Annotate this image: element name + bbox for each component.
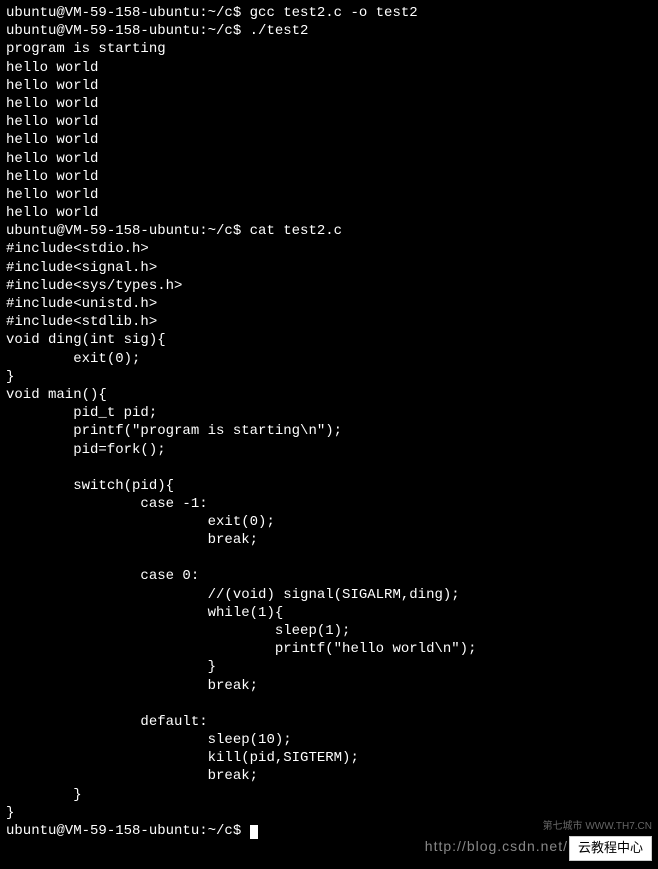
terminal-line: ubuntu@VM-59-158-ubuntu:~/c$ ./test2 bbox=[6, 22, 652, 40]
terminal-line bbox=[6, 695, 652, 713]
terminal-line: #include<signal.h> bbox=[6, 259, 652, 277]
terminal-output[interactable]: ubuntu@VM-59-158-ubuntu:~/c$ gcc test2.c… bbox=[6, 4, 652, 822]
terminal-line: #include<sys/types.h> bbox=[6, 277, 652, 295]
cursor-icon bbox=[250, 825, 258, 839]
terminal-line: case -1: bbox=[6, 495, 652, 513]
terminal-line: hello world bbox=[6, 131, 652, 149]
terminal-line: pid=fork(); bbox=[6, 441, 652, 459]
terminal-line: break; bbox=[6, 677, 652, 695]
terminal-line: pid_t pid; bbox=[6, 404, 652, 422]
terminal-line: default: bbox=[6, 713, 652, 731]
terminal-line: while(1){ bbox=[6, 604, 652, 622]
terminal-line: kill(pid,SIGTERM); bbox=[6, 749, 652, 767]
terminal-line: hello world bbox=[6, 77, 652, 95]
watermark-subtext: 第七城市 WWW.TH7.CN bbox=[543, 820, 652, 833]
terminal-line: sleep(1); bbox=[6, 622, 652, 640]
terminal-line: hello world bbox=[6, 186, 652, 204]
terminal-line: } bbox=[6, 368, 652, 386]
terminal-line: } bbox=[6, 786, 652, 804]
terminal-line: break; bbox=[6, 767, 652, 785]
watermark-badge: 云教程中心 bbox=[569, 836, 652, 861]
terminal-line: #include<stdio.h> bbox=[6, 240, 652, 258]
terminal-line: hello world bbox=[6, 59, 652, 77]
terminal-line: } bbox=[6, 658, 652, 676]
terminal-line: #include<unistd.h> bbox=[6, 295, 652, 313]
terminal-line: hello world bbox=[6, 95, 652, 113]
terminal-line: program is starting bbox=[6, 40, 652, 58]
watermark-url: http://blog.csdn.net/ bbox=[425, 837, 568, 855]
terminal-line: hello world bbox=[6, 150, 652, 168]
terminal-line: hello world bbox=[6, 113, 652, 131]
terminal-line: #include<stdlib.h> bbox=[6, 313, 652, 331]
terminal-line: void ding(int sig){ bbox=[6, 331, 652, 349]
terminal-line: void main(){ bbox=[6, 386, 652, 404]
terminal-line: printf("program is starting\n"); bbox=[6, 422, 652, 440]
terminal-line: //(void) signal(SIGALRM,ding); bbox=[6, 586, 652, 604]
terminal-line: printf("hello world\n"); bbox=[6, 640, 652, 658]
terminal-line: break; bbox=[6, 531, 652, 549]
terminal-line: exit(0); bbox=[6, 513, 652, 531]
terminal-line: case 0: bbox=[6, 567, 652, 585]
terminal-line: exit(0); bbox=[6, 350, 652, 368]
terminal-line: sleep(10); bbox=[6, 731, 652, 749]
terminal-line bbox=[6, 549, 652, 567]
terminal-line: switch(pid){ bbox=[6, 477, 652, 495]
terminal-line: ubuntu@VM-59-158-ubuntu:~/c$ gcc test2.c… bbox=[6, 4, 652, 22]
terminal-line: ubuntu@VM-59-158-ubuntu:~/c$ cat test2.c bbox=[6, 222, 652, 240]
terminal-line bbox=[6, 459, 652, 477]
terminal-line: hello world bbox=[6, 204, 652, 222]
terminal-prompt: ubuntu@VM-59-158-ubuntu:~/c$ bbox=[6, 823, 250, 839]
terminal-line: hello world bbox=[6, 168, 652, 186]
